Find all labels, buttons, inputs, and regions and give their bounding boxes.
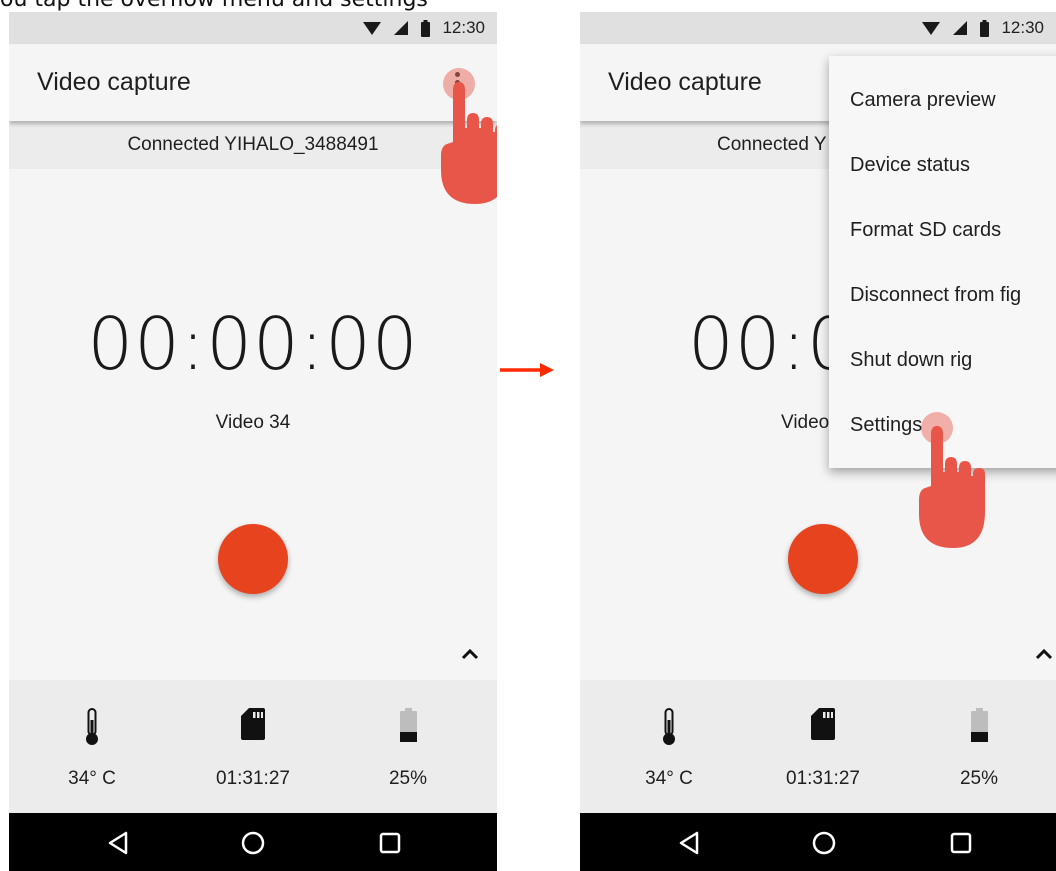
recording-timer: 00:00:00 — [87, 302, 419, 386]
battery-icon — [421, 19, 431, 37]
sd-card-icon — [811, 708, 835, 740]
overflow-menu: Camera preview Device status Format SD c… — [829, 56, 1056, 468]
phone-screen-before: 12:30 Video capture Connected YIHALO_348… — [9, 12, 497, 871]
status-time: 12:30 — [442, 18, 485, 37]
home-icon[interactable] — [811, 830, 837, 856]
temperature-stat: 34° C — [32, 708, 152, 790]
flow-arrow-icon — [500, 363, 554, 377]
battery-stat: 25% — [348, 708, 468, 790]
recording-time-value: 01:31:27 — [216, 768, 290, 789]
stats-panel: 34° C 01:31:27 25% — [580, 680, 1056, 813]
menu-item-camera-preview[interactable]: Camera preview — [850, 89, 996, 112]
battery-value: 25% — [959, 768, 999, 789]
connection-status: Connected YIHALO_3488491 — [9, 121, 497, 169]
app-title: Video capture — [37, 68, 191, 96]
battery-stat: 25% — [919, 708, 1039, 790]
back-icon[interactable] — [106, 830, 132, 856]
menu-item-disconnect[interactable]: Disconnect from fig — [850, 284, 1021, 307]
menu-item-device-status[interactable]: Device status — [850, 154, 970, 177]
menu-item-shut-down-rig[interactable]: Shut down rig — [850, 349, 972, 372]
app-bar: Video capture — [9, 44, 497, 121]
phone-screen-after: 12:30 Video capture Connected Y 00:0 Vid… — [580, 12, 1056, 871]
connection-status-text: Connected Y — [717, 134, 827, 155]
wifi-icon — [363, 22, 382, 35]
battery-level-icon — [970, 708, 988, 742]
stats-panel: 34° C 01:31:27 25% — [9, 680, 497, 813]
signal-icon — [394, 21, 409, 35]
wifi-icon — [922, 22, 941, 35]
battery-level-icon — [399, 708, 417, 742]
temperature-stat: 34° C — [609, 708, 729, 790]
tap-hand-icon — [919, 412, 985, 548]
navigation-bar — [9, 813, 497, 871]
battery-value: 25% — [388, 768, 428, 789]
home-icon[interactable] — [240, 830, 266, 856]
temperature-value: 34° C — [68, 768, 116, 789]
recents-icon[interactable] — [948, 830, 974, 856]
chevron-up-icon[interactable] — [1032, 642, 1056, 666]
status-bar: 12:30 — [9, 12, 497, 44]
battery-icon — [980, 19, 990, 37]
chevron-up-icon[interactable] — [458, 642, 482, 666]
back-icon[interactable] — [677, 830, 703, 856]
recording-time-value: 01:31:27 — [786, 768, 860, 789]
menu-item-settings[interactable]: Settings — [850, 414, 922, 437]
recording-time-stat: 01:31:27 — [193, 708, 313, 790]
thermometer-icon — [86, 708, 98, 745]
tap-hand-icon — [441, 68, 497, 204]
status-bar: 12:30 — [580, 12, 1056, 44]
recording-time-stat: 01:31:27 — [763, 708, 883, 790]
thermometer-icon — [663, 708, 675, 745]
menu-item-format-sd-cards[interactable]: Format SD cards — [850, 219, 1001, 242]
video-name: Video 34 — [215, 412, 291, 433]
navigation-bar — [580, 813, 1056, 871]
signal-icon — [953, 21, 968, 35]
recents-icon[interactable] — [377, 830, 403, 856]
app-title: Video capture — [608, 68, 762, 96]
temperature-value: 34° C — [645, 768, 693, 789]
record-button[interactable] — [788, 524, 858, 594]
sd-card-icon — [241, 708, 265, 740]
status-time: 12:30 — [1001, 18, 1044, 37]
record-button[interactable] — [218, 524, 288, 594]
